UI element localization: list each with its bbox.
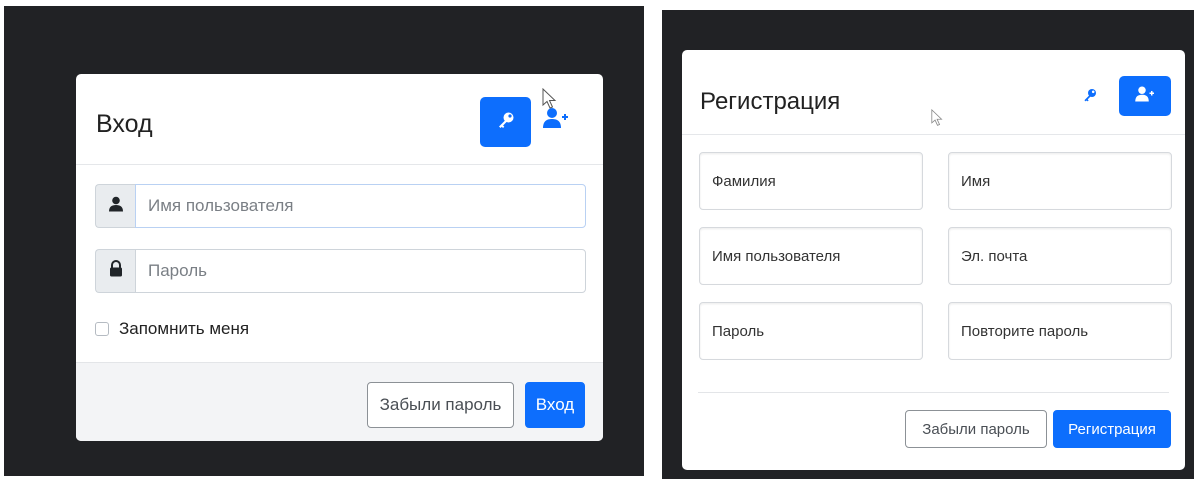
login-card-footer: Забыли пароль Вход [76,362,603,441]
password-input[interactable] [135,249,586,293]
login-card-header: Вход [76,74,603,165]
remember-me-checkbox[interactable] [95,322,109,336]
login-screenshot-panel: Вход Имя пользователя Запомнить меня Заб… [4,6,644,476]
footer-divider [698,392,1169,393]
forgot-password-button[interactable]: Забыли пароль [905,410,1047,448]
key-icon [496,110,516,135]
password-addon [95,249,135,293]
user-plus-icon [1134,85,1156,108]
register-tab-button[interactable] [542,107,570,133]
login-tab-button[interactable] [480,97,531,147]
lock-icon [109,260,123,282]
username-field[interactable]: Имя пользователя [699,227,923,285]
login-submit-button[interactable]: Вход [525,382,585,428]
forgot-password-button[interactable]: Забыли пароль [367,382,514,428]
username-input[interactable] [135,184,586,228]
mouse-cursor-icon [931,109,943,126]
register-tab-button[interactable] [1119,76,1171,116]
last-name-field[interactable]: Фамилия [699,152,923,210]
user-icon [108,196,123,217]
register-title: Регистрация [700,88,841,115]
repeat-password-field[interactable]: Повторите пароль [948,302,1172,360]
remember-me[interactable]: Запомнить меня [95,319,249,339]
password-input-group [95,249,586,293]
email-field[interactable]: Эл. почта [948,227,1172,285]
register-screenshot-panel: Регистрация Фамилия Имя Имя пользователя… [662,10,1194,479]
register-submit-button[interactable]: Регистрация [1053,410,1171,448]
login-title: Вход [96,110,153,138]
mouse-cursor-icon [542,88,557,109]
login-tab-button[interactable] [1081,88,1099,106]
username-input-group [95,184,586,228]
first-name-field[interactable]: Имя [948,152,1172,210]
remember-me-label[interactable]: Запомнить меня [119,319,249,339]
key-icon [1082,87,1098,108]
login-card: Вход Имя пользователя Запомнить меня Заб… [76,74,603,441]
username-addon [95,184,135,228]
register-card: Регистрация Фамилия Имя Имя пользователя… [682,50,1185,470]
password-field[interactable]: Пароль [699,302,923,360]
